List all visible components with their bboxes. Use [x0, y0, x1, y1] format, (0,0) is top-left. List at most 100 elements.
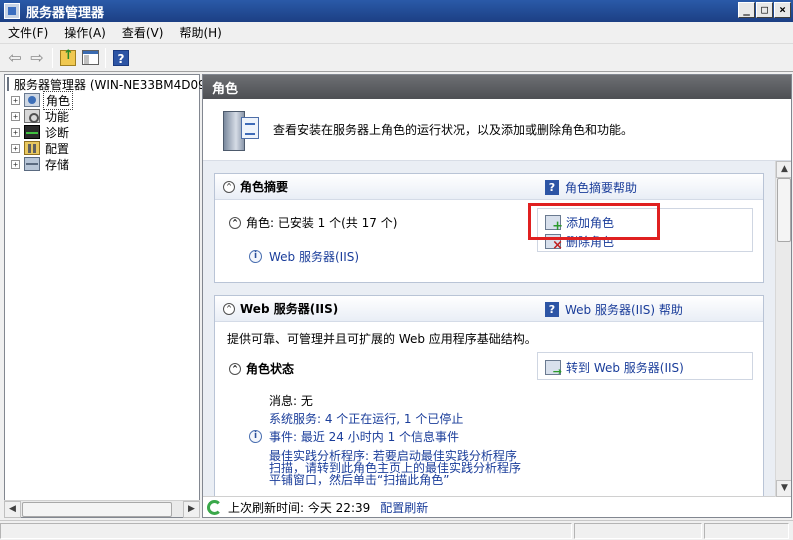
up-one-level-button[interactable]	[57, 47, 79, 69]
tree-item-storage[interactable]: + 存储	[5, 156, 199, 172]
status-bar	[0, 520, 793, 540]
up-folder-icon	[60, 48, 76, 66]
goto-web-server-label: 转到 Web 服务器(IIS)	[566, 361, 684, 375]
collapse-icon[interactable]: ^	[229, 362, 241, 375]
pane-vertical-scrollbar[interactable]: ▲ ▼	[775, 161, 791, 497]
last-refresh-time: 上次刷新时间: 今天 22:39	[228, 501, 371, 515]
status-panel	[574, 523, 702, 539]
menu-file[interactable]: 文件(F)	[0, 24, 56, 41]
status-panel	[0, 523, 572, 539]
tree-item-label: 功能	[45, 109, 70, 124]
help-icon: ?	[113, 49, 129, 66]
refresh-icon	[207, 500, 222, 515]
goto-icon	[545, 360, 562, 378]
console-tree: 服务器管理器 (WIN-NE33BM4D09 + 角色 + 功能 + 诊断 + …	[4, 74, 206, 518]
maximize-button[interactable]: □	[756, 2, 773, 18]
scroll-left-icon[interactable]: ◀	[4, 501, 21, 518]
menu-help[interactable]: 帮助(H)	[171, 24, 229, 41]
web-server-section: ^ Web 服务器(IIS) ? Web 服务器(IIS) 帮助 提供可靠、可管…	[214, 295, 764, 497]
collapse-icon[interactable]: ^	[223, 302, 235, 315]
scroll-right-icon[interactable]: ▶	[183, 501, 200, 518]
show-hide-tree-button[interactable]	[79, 47, 101, 69]
close-button[interactable]: ×	[774, 2, 791, 18]
info-icon: i	[249, 250, 262, 263]
events-link[interactable]: 事件: 最近 24 小时内 1 个信息事件	[269, 428, 459, 445]
roles-installed-count: 角色: 已安装 1 个(共 17 个)	[246, 216, 398, 230]
back-button[interactable]: ⇦	[4, 47, 26, 69]
role-status-subheader: ^ 角色状态	[229, 360, 294, 377]
forward-arrow-icon: ⇨	[30, 48, 44, 67]
help-icon: ?	[545, 302, 559, 317]
tree-item-configuration[interactable]: + 配置	[5, 140, 199, 156]
toolbar: ⇦ ⇨ ?	[0, 44, 793, 72]
forward-button[interactable]: ⇨	[26, 47, 48, 69]
messages-status: 消息: 无	[269, 394, 313, 408]
expand-icon[interactable]: +	[11, 95, 20, 105]
configure-refresh-link[interactable]: 配置刷新	[380, 499, 428, 516]
tree-item-label: 存储	[45, 157, 70, 172]
title-bar: 服务器管理器 _ □ ×	[0, 0, 793, 22]
tree-item-roles[interactable]: + 角色	[5, 90, 199, 110]
menu-view[interactable]: 查看(V)	[114, 24, 172, 41]
toolbar-separator	[105, 47, 106, 68]
scroll-content: ^ 角色摘要 ? 角色摘要帮助 ^ 角色: 已安装 1 个(共 17 个) i …	[203, 161, 775, 497]
role-summary-section: ^ 角色摘要 ? 角色摘要帮助 ^ 角色: 已安装 1 个(共 17 个) i …	[214, 173, 764, 283]
expand-icon[interactable]: +	[11, 127, 20, 137]
scroll-thumb[interactable]	[22, 502, 172, 517]
system-services-link[interactable]: 系统服务: 4 个正在运行, 1 个已停止	[269, 410, 463, 427]
web-server-help-link[interactable]: ? Web 服务器(IIS) 帮助	[545, 301, 683, 318]
roles-server-icon	[219, 107, 263, 153]
back-arrow-icon: ⇦	[8, 48, 22, 67]
scroll-down-icon[interactable]: ▼	[776, 480, 791, 497]
help-button[interactable]: ?	[110, 47, 132, 69]
bpa-link[interactable]: 最佳实践分析程序: 若要启动最佳实践分析程序 扫描，请转到此角色主页上的最佳实践…	[269, 450, 521, 486]
status-panel	[704, 523, 789, 539]
configuration-icon	[24, 141, 40, 155]
section-title: Web 服务器(IIS)	[240, 302, 339, 316]
installed-role-link[interactable]: Web 服务器(IIS)	[269, 248, 359, 265]
help-icon: ?	[545, 180, 559, 195]
web-server-description: 提供可靠、可管理并且可扩展的 Web 应用程序基础结构。	[227, 332, 537, 346]
roles-subheader: ^ 角色: 已安装 1 个(共 17 个)	[229, 214, 397, 231]
menu-bar: 文件(F) 操作(A) 查看(V) 帮助(H)	[0, 22, 793, 44]
scroll-thumb[interactable]	[777, 178, 791, 242]
tree-root-server-manager[interactable]: 服务器管理器 (WIN-NE33BM4D09	[5, 76, 206, 92]
expand-icon[interactable]: +	[11, 143, 20, 153]
tree-item-features[interactable]: + 功能	[5, 108, 199, 124]
section-header: ^ Web 服务器(IIS) ? Web 服务器(IIS) 帮助	[215, 296, 763, 322]
help-link-label: 角色摘要帮助	[565, 181, 638, 195]
tree-item-label: 配置	[45, 141, 70, 156]
pane-header: 角色	[203, 75, 791, 99]
refresh-bar: 上次刷新时间: 今天 22:39 配置刷新	[203, 496, 775, 517]
scroll-up-icon[interactable]: ▲	[776, 161, 791, 178]
collapse-icon[interactable]: ^	[229, 216, 241, 229]
events-row: i 事件: 最近 24 小时内 1 个信息事件	[249, 428, 459, 445]
highlight-box	[528, 203, 660, 240]
info-icon: i	[249, 430, 262, 443]
minimize-button[interactable]: _	[738, 2, 755, 18]
toolbar-separator	[52, 47, 53, 68]
bpa-line-3: 平铺窗口，然后单击“扫描此角色”	[269, 473, 450, 487]
goto-web-server-link[interactable]: 转到 Web 服务器(IIS)	[545, 359, 684, 378]
help-link-label: Web 服务器(IIS) 帮助	[565, 303, 683, 317]
role-summary-help-link[interactable]: ? 角色摘要帮助	[545, 179, 637, 196]
tree-item-label: 诊断	[45, 125, 70, 140]
menu-action[interactable]: 操作(A)	[56, 24, 114, 41]
server-manager-app-icon	[4, 3, 20, 19]
details-pane: 角色 查看安装在服务器上角色的运行状况，以及添加或删除角色和功能。 ^ 角色摘要…	[202, 74, 792, 518]
expand-icon[interactable]: +	[11, 159, 20, 169]
intro-text: 查看安装在服务器上角色的运行状况，以及添加或删除角色和功能。	[273, 123, 634, 137]
intro-banner: 查看安装在服务器上角色的运行状况，以及添加或删除角色和功能。	[203, 99, 791, 161]
server-icon	[7, 77, 9, 91]
tree-item-diagnostics[interactable]: + 诊断	[5, 124, 199, 140]
storage-icon	[24, 157, 40, 171]
tree-horizontal-scrollbar[interactable]: ◀ ▶	[4, 500, 200, 518]
tree-root-label: 服务器管理器 (WIN-NE33BM4D09	[14, 77, 206, 92]
section-header: ^ 角色摘要 ? 角色摘要帮助	[215, 174, 763, 200]
expand-icon[interactable]: +	[11, 111, 20, 121]
diagnostics-icon	[24, 125, 40, 139]
installed-role-row: i Web 服务器(IIS)	[249, 248, 359, 265]
show-hide-console-tree-icon	[81, 50, 99, 65]
window-controls: _ □ ×	[738, 2, 791, 18]
collapse-icon[interactable]: ^	[223, 180, 235, 193]
